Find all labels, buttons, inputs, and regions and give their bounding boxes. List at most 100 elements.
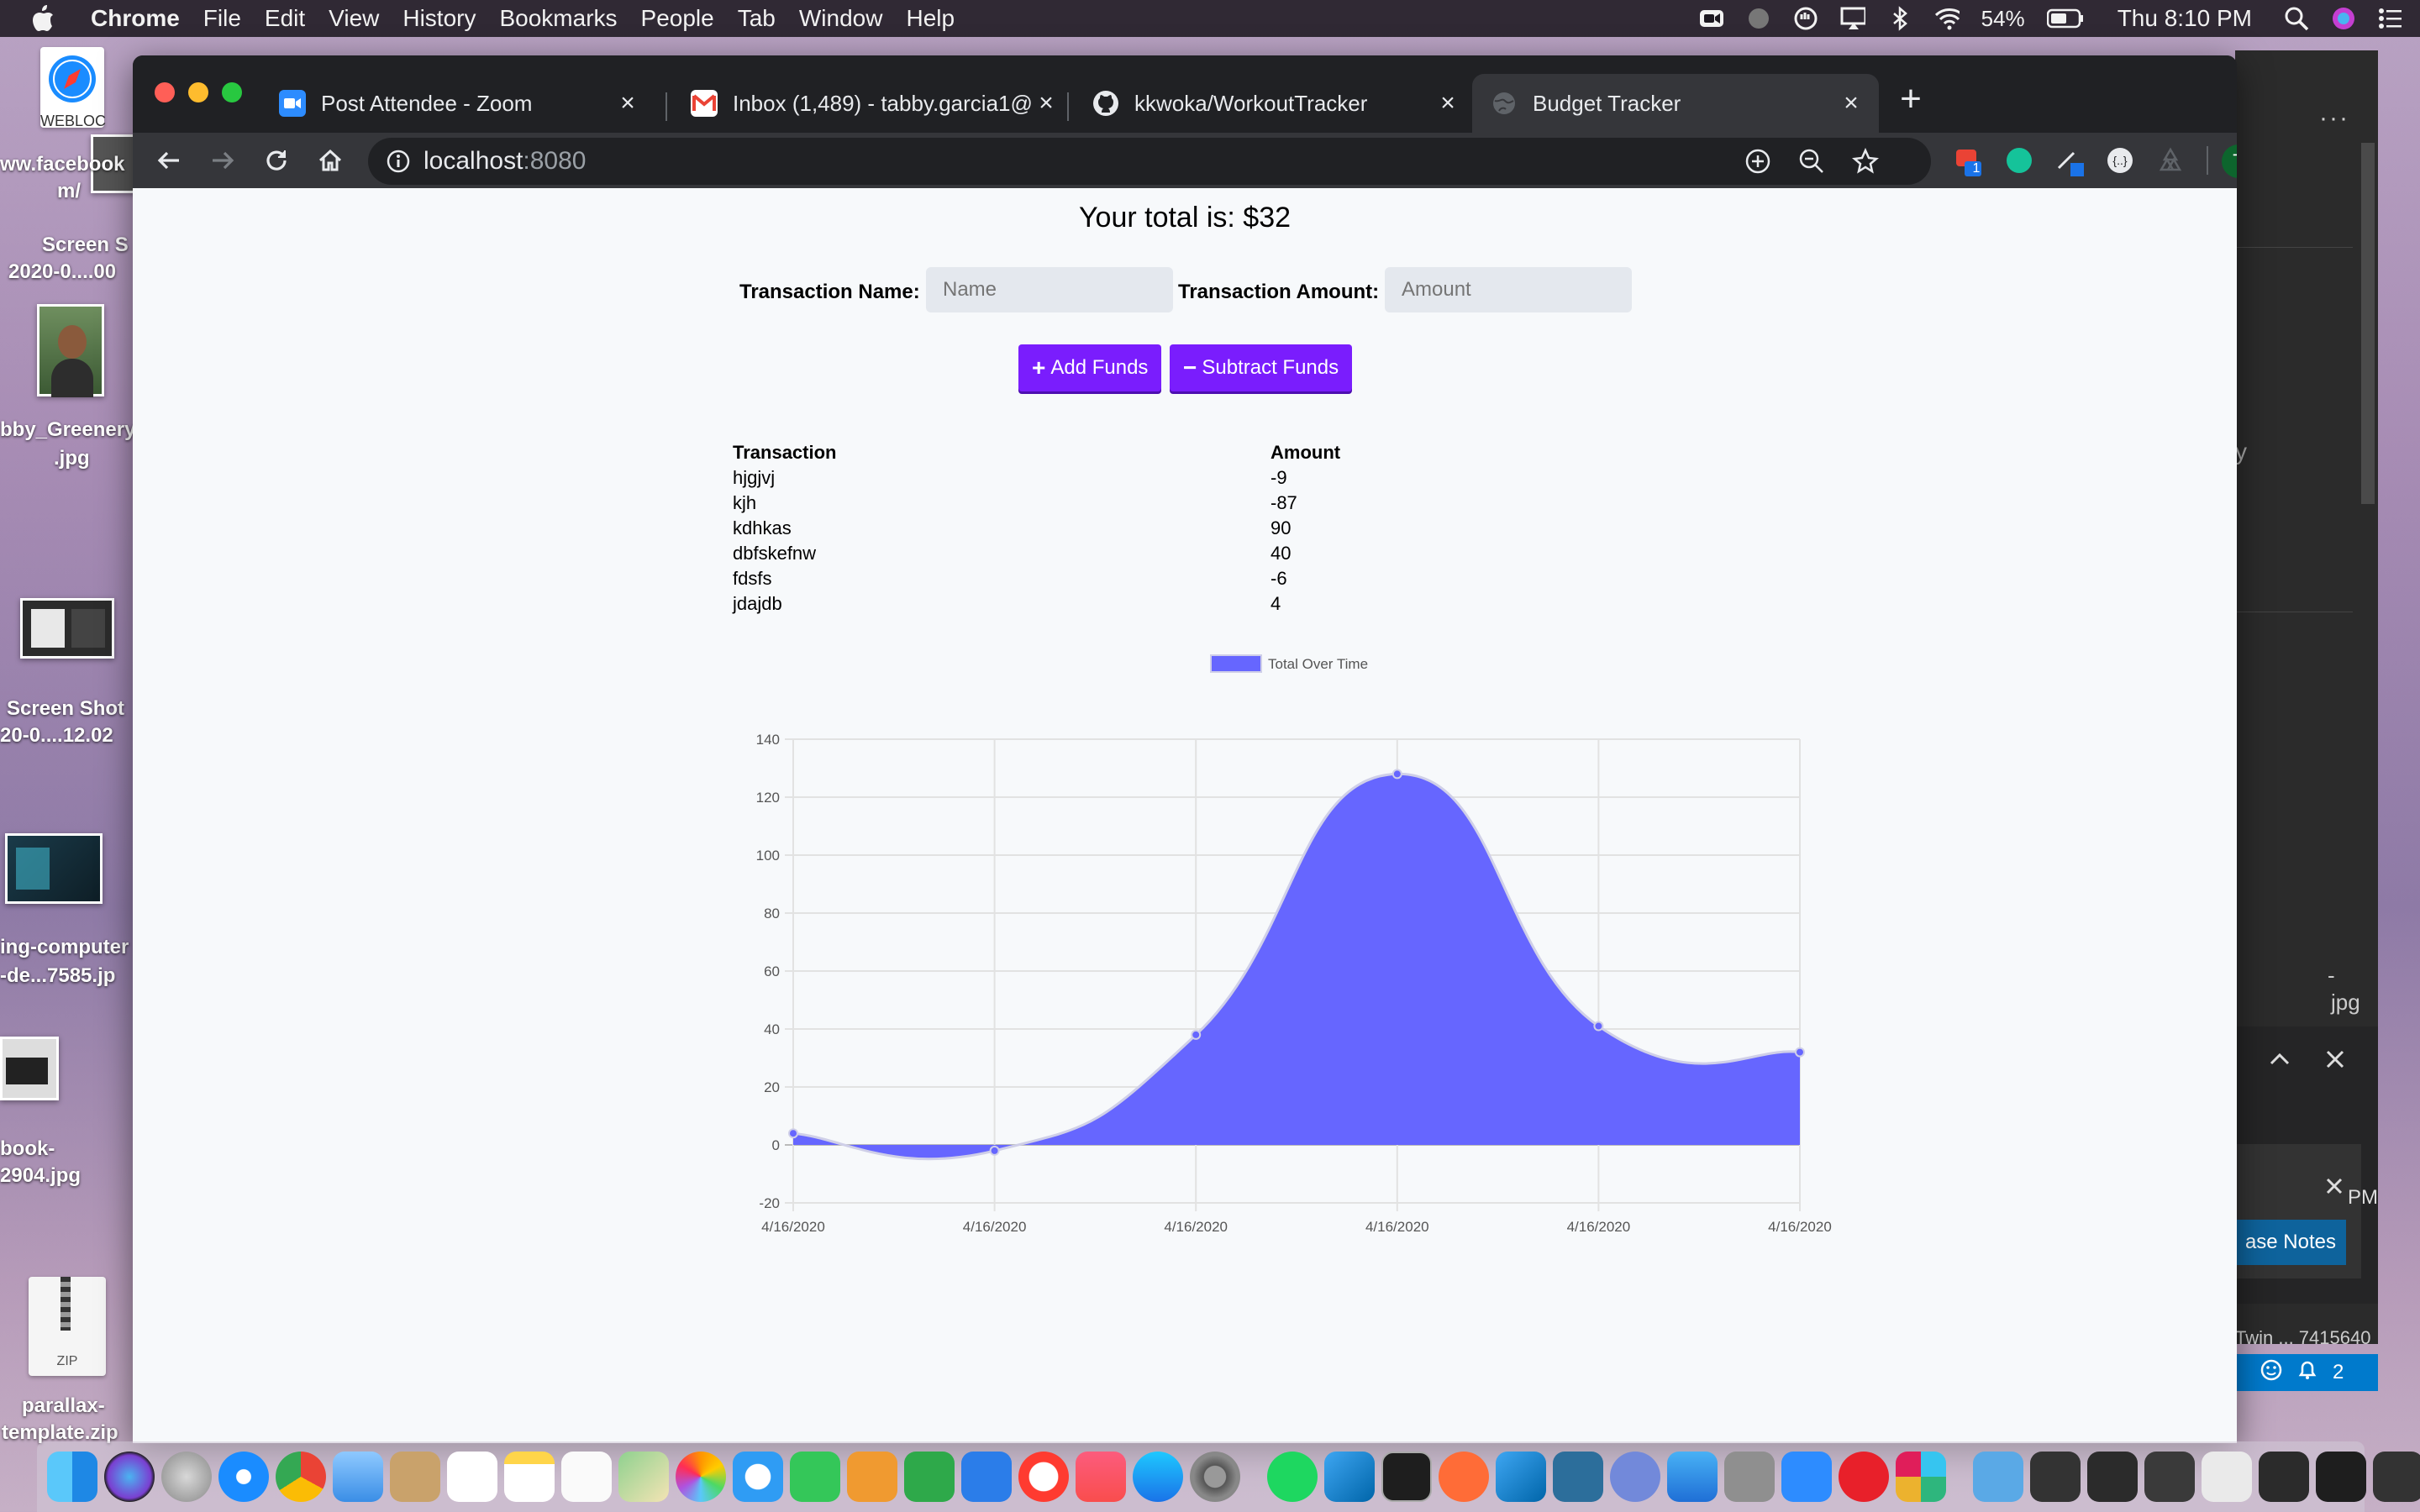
new-tab-button[interactable]: + [1892,81,1929,118]
menu-tab[interactable]: Tab [738,5,776,32]
zoom-status-icon[interactable] [1699,6,1724,31]
notification-center-icon[interactable] [2378,6,2403,31]
wifi-icon[interactable] [1934,6,1960,31]
bluetooth-icon[interactable] [1887,6,1912,31]
extension-recycle-icon[interactable] [2154,144,2186,176]
menu-bookmarks[interactable]: Bookmarks [499,5,617,32]
minimized-window-icon[interactable] [2373,1452,2420,1502]
profile-avatar[interactable]: T [2222,144,2237,178]
close-icon[interactable] [2323,1174,2346,1198]
menu-file[interactable]: File [203,5,241,32]
maps-icon[interactable] [618,1452,669,1502]
vscode-icon[interactable] [1496,1452,1546,1502]
spotify-icon[interactable] [1267,1452,1318,1502]
extension-code-icon[interactable]: {..} [2104,144,2136,176]
slack-icon[interactable] [1896,1452,1946,1502]
window-zoom-button[interactable] [222,82,242,102]
scrollbar[interactable] [2361,143,2375,504]
notifications-bell-icon[interactable] [2297,1359,2317,1387]
tab-github[interactable]: kkwoka/WorkoutTracker × [1074,74,1476,133]
address-bar[interactable]: localhost:8080 [368,138,1931,185]
reminders-icon[interactable] [561,1452,612,1502]
siri-icon[interactable] [2331,6,2356,31]
reload-button[interactable] [257,141,296,180]
home-button[interactable] [311,141,350,180]
calendar-icon[interactable] [447,1452,497,1502]
photos-icon[interactable] [676,1452,726,1502]
menu-edit[interactable]: Edit [265,5,305,32]
yoink-icon[interactable] [1839,1452,1889,1502]
minimized-window-icon[interactable] [2144,1452,2195,1502]
mysql-workbench-icon[interactable] [1553,1452,1603,1502]
extension-zoom-scheduler-icon[interactable]: 1 [1953,144,1985,176]
collapse-chevron-icon[interactable] [2267,1047,2292,1072]
status-dot-icon[interactable] [1746,6,1771,31]
siri-icon[interactable] [104,1452,155,1502]
launchpad-icon[interactable] [161,1452,212,1502]
zoom-icon[interactable] [1781,1452,1832,1502]
minimized-window-icon[interactable] [2316,1452,2366,1502]
forward-button[interactable] [203,141,242,180]
facetime-icon[interactable] [790,1452,840,1502]
messages-icon[interactable] [733,1452,783,1502]
chrome-icon[interactable] [276,1452,326,1502]
xcode-icon[interactable] [1667,1452,1718,1502]
postman-icon[interactable] [1439,1452,1489,1502]
tab-close-icon[interactable]: × [615,91,640,116]
news-icon[interactable] [1018,1452,1069,1502]
window-close-button[interactable] [155,82,175,102]
airplay-icon[interactable] [1840,6,1865,31]
battery-icon[interactable] [2046,6,2084,31]
minimized-window-icon[interactable] [2202,1452,2252,1502]
menu-app-name[interactable]: Chrome [91,5,180,32]
desktop-image-thumbnail[interactable] [5,833,103,904]
safari-icon[interactable] [218,1452,269,1502]
mail-icon[interactable] [333,1452,383,1502]
tab-zoom[interactable]: Post Attendee - Zoom × [260,74,655,133]
tab-close-icon[interactable]: × [1839,91,1864,116]
background-editor-window[interactable]: ··· y - jpg PM ase Notes 2 Twin ... 7415… [2235,50,2378,1391]
extension-grammarly-icon[interactable] [2003,144,2035,176]
vscode-icon[interactable] [1324,1452,1375,1502]
numbers-icon[interactable] [904,1452,955,1502]
desktop-zip-file[interactable]: ZIP [29,1277,106,1376]
release-notes-button[interactable]: ase Notes [2235,1220,2346,1265]
zoom-out-icon[interactable] [1798,148,1825,181]
desktop-photo-thumbnail[interactable] [37,304,104,397]
music-icon[interactable] [1076,1452,1126,1502]
terminal-icon[interactable] [1381,1452,1432,1502]
desktop-screenshot-thumbnail[interactable] [20,598,114,659]
archive-utility-icon[interactable] [1724,1452,1775,1502]
spotlight-search-icon[interactable] [2284,6,2309,31]
keynote-icon[interactable] [961,1452,1012,1502]
tab-close-icon[interactable]: × [1034,91,1059,116]
extension-colorpicker-icon[interactable] [2054,144,2086,176]
back-button[interactable] [150,141,188,180]
menu-help[interactable]: Help [906,5,955,32]
minimized-window-icon[interactable] [2259,1452,2309,1502]
menu-window[interactable]: Window [799,5,883,32]
minimized-window-icon[interactable] [2087,1452,2138,1502]
minimized-window-icon[interactable] [2030,1452,2081,1502]
hand-icon[interactable] [1793,6,1818,31]
finder-icon[interactable] [47,1452,97,1502]
pages-icon[interactable] [847,1452,897,1502]
app-store-icon[interactable] [1133,1452,1183,1502]
feedback-smiley-icon[interactable] [2260,1359,2282,1387]
menubar-clock[interactable]: Thu 8:10 PM [2118,5,2252,32]
apple-menu-icon[interactable] [30,4,67,33]
desktop-image-thumbnail[interactable] [0,1037,59,1100]
menu-view[interactable]: View [329,5,379,32]
system-preferences-icon[interactable] [1190,1452,1240,1502]
contacts-icon[interactable] [390,1452,440,1502]
overflow-menu-icon[interactable]: ··· [2319,104,2349,133]
tab-close-icon[interactable]: × [1435,91,1460,116]
bookmark-star-icon[interactable] [1852,147,1879,181]
tab-budget-tracker[interactable]: Budget Tracker × [1472,74,1879,133]
menu-people[interactable]: People [641,5,714,32]
window-minimize-button[interactable] [188,82,208,102]
close-icon[interactable] [2323,1047,2348,1072]
desktop-webloc-file[interactable]: WEBLOC [34,47,109,131]
downloads-folder-icon[interactable] [1973,1452,2023,1502]
tab-gmail[interactable]: Inbox (1,489) - tabby.garcia1@ × [672,74,1074,133]
